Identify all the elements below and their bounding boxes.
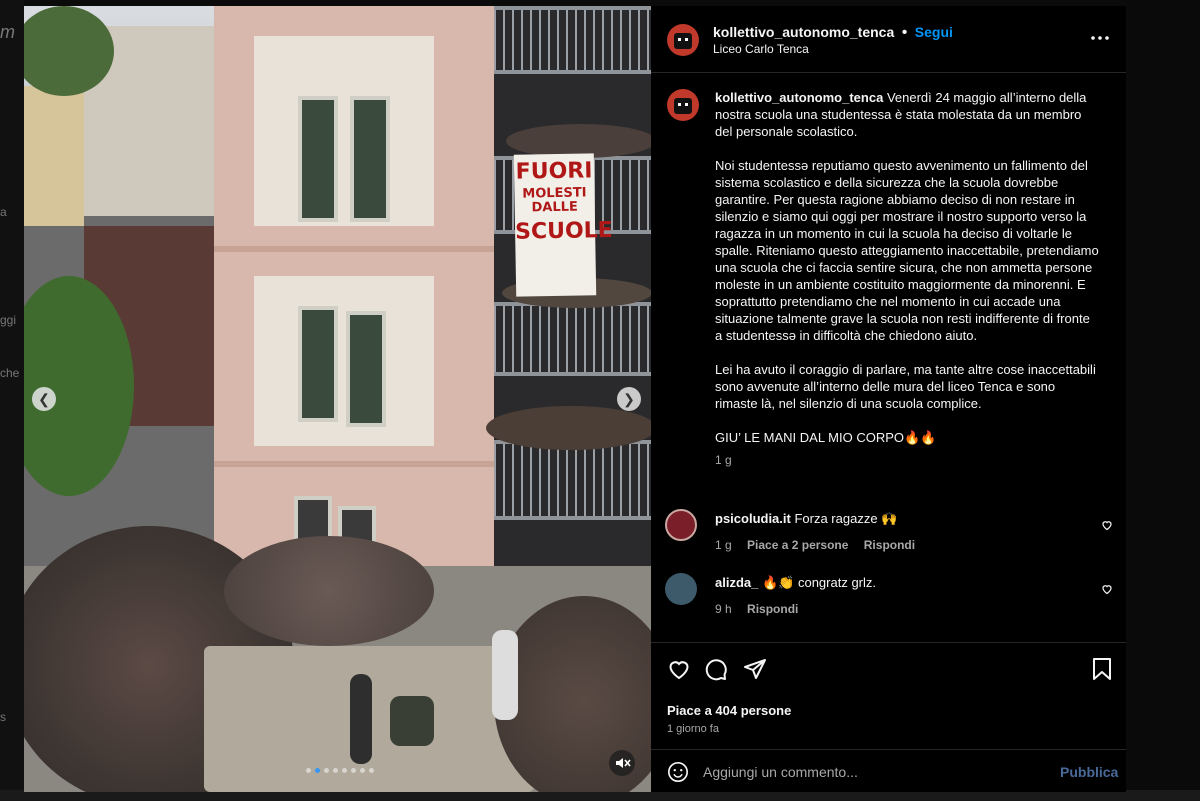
post-timestamp: 1 giorno fa: [667, 723, 719, 735]
carousel-prev-button[interactable]: ❮: [32, 387, 56, 411]
background-fragment: a: [0, 205, 7, 219]
carousel-indicator: [306, 768, 374, 773]
background-page-right: [1126, 0, 1200, 801]
image-speaker: [350, 674, 372, 764]
image-background-building: [24, 86, 84, 226]
heart-icon: [1102, 521, 1112, 531]
avatar-logo-icon: [674, 98, 692, 114]
comment-username[interactable]: alizda_: [715, 575, 758, 590]
more-options-button[interactable]: [1089, 28, 1111, 48]
comment-time: 1 g: [715, 538, 732, 552]
comment-likes[interactable]: Piace a 2 persone: [747, 538, 848, 552]
comment-text: Forza ragazze 🙌: [794, 511, 898, 526]
comment-input[interactable]: Aggiungi un commento...: [703, 764, 858, 780]
background-page-left: m a ggi che s: [0, 0, 24, 801]
comment-username[interactable]: psicoludia.it: [715, 511, 791, 526]
banner-line: SCUOLE: [514, 218, 613, 246]
likes-count[interactable]: Piace a 404 persone: [667, 703, 791, 718]
emoji-button[interactable]: [667, 761, 689, 788]
heart-icon: [669, 661, 689, 680]
banner-line: FUORI: [515, 158, 593, 185]
banner-line: DALLE: [531, 199, 578, 216]
caption-paragraph: Noi studentessə reputiamo questo avvenim…: [715, 158, 1099, 343]
post-caption: kollettivo_autonomo_tenca Venerdì 24 mag…: [715, 89, 1100, 469]
avatar-logo-icon: [674, 33, 692, 49]
image-person: [492, 630, 518, 720]
background-fragment: s: [0, 710, 6, 724]
caption-paragraph: GIU’ LE MANI DAL MIO CORPO🔥🔥: [715, 430, 937, 445]
post-header: kollettivo_autonomo_tenca • Segui Liceo …: [651, 6, 1126, 73]
comment-like-button[interactable]: [1101, 582, 1113, 600]
author-username[interactable]: kollettivo_autonomo_tenca: [713, 24, 894, 40]
avatar[interactable]: [667, 24, 699, 56]
publish-button[interactable]: Pubblica: [1060, 764, 1118, 780]
carousel-dot[interactable]: [315, 768, 320, 773]
post-actions: Piace a 404 persone 1 giorno fa Aggiungi…: [651, 642, 1126, 793]
comment-like-button[interactable]: [1101, 518, 1113, 536]
carousel-dot[interactable]: [333, 768, 338, 773]
carousel-dot[interactable]: [306, 768, 311, 773]
speaker-muted-icon: [616, 758, 631, 768]
more-horizontal-icon: [1091, 36, 1109, 40]
emoji-icon: [668, 762, 688, 782]
follow-button[interactable]: Segui: [915, 24, 953, 40]
post-details-panel: kollettivo_autonomo_tenca • Segui Liceo …: [651, 6, 1126, 792]
background-fragment: m: [0, 22, 15, 42]
heart-icon: [1102, 585, 1112, 595]
image-person: [390, 696, 434, 746]
caption-avatar[interactable]: [667, 89, 699, 121]
post-image[interactable]: FUORI MOLESTI DALLE SCUOLE ❮ ❯: [24, 6, 651, 792]
image-protest-banner: FUORI MOLESTI DALLE SCUOLE: [513, 153, 613, 297]
comment-text: 🔥👏 congratz grlz.: [761, 575, 877, 590]
carousel-dot[interactable]: [360, 768, 365, 773]
mute-button[interactable]: [609, 750, 635, 776]
image-crowd: [224, 536, 434, 646]
separator-dot: •: [901, 24, 908, 41]
carousel-dot[interactable]: [324, 768, 329, 773]
avatar[interactable]: [665, 573, 697, 605]
avatar[interactable]: [665, 509, 697, 541]
add-comment-bar: Aggiungi un commento... Pubblica: [651, 749, 1126, 794]
image-school-building: [214, 6, 504, 566]
caption-time: 1 g: [715, 453, 732, 467]
reply-button[interactable]: Rispondi: [864, 538, 915, 552]
post-location[interactable]: Liceo Carlo Tenca: [713, 42, 809, 56]
save-button[interactable]: [1091, 657, 1113, 686]
share-button[interactable]: [743, 657, 767, 686]
comment-time: 9 h: [715, 602, 732, 616]
bookmark-icon: [1093, 658, 1111, 680]
background-fragment: ggi: [0, 313, 17, 327]
carousel-next-button[interactable]: ❯: [617, 387, 641, 411]
caption-paragraph: Lei ha avuto il coraggio di parlare, ma …: [715, 362, 1096, 411]
background-fragment: che: [0, 366, 20, 380]
like-button[interactable]: [667, 657, 691, 686]
reply-button[interactable]: Rispondi: [747, 602, 798, 616]
carousel-dot[interactable]: [351, 768, 356, 773]
share-icon: [744, 659, 766, 679]
comment-button[interactable]: [704, 657, 728, 686]
caption-username[interactable]: kollettivo_autonomo_tenca: [715, 90, 883, 105]
carousel-dot[interactable]: [369, 768, 374, 773]
carousel-dot[interactable]: [342, 768, 347, 773]
comment-icon: [705, 659, 727, 681]
